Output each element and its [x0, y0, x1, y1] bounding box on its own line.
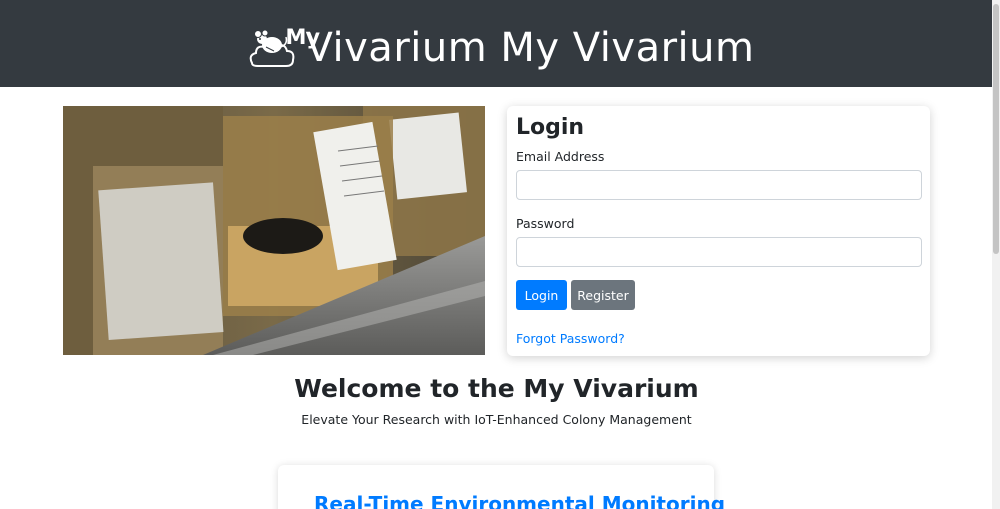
register-button[interactable]: Register	[571, 280, 635, 310]
login-card: Login Email Address Password Login Regis…	[507, 106, 930, 356]
email-field[interactable]	[516, 170, 922, 200]
scrollbar-thumb[interactable]	[993, 4, 999, 254]
email-label: Email Address	[516, 149, 605, 164]
site-header: My Vivarium My Vivarium	[0, 0, 1000, 87]
password-label: Password	[516, 216, 575, 231]
forgot-password-link[interactable]: Forgot Password?	[516, 331, 625, 346]
lab-cage-photo-icon	[63, 106, 485, 355]
brand[interactable]: My Vivarium My Vivarium	[246, 0, 755, 87]
mouse-logo-icon: My	[246, 15, 320, 73]
welcome-tagline: Elevate Your Research with IoT-Enhanced …	[301, 412, 692, 427]
login-title: Login	[516, 115, 585, 140]
password-field[interactable]	[516, 237, 922, 267]
login-button[interactable]: Login	[516, 280, 567, 310]
feature-card: Real-Time Environmental Monitoring	[278, 465, 725, 509]
logo-my-text: My	[285, 24, 321, 49]
welcome-heading: Welcome to the My Vivarium	[294, 374, 699, 403]
hero-image	[63, 106, 485, 355]
page-scrollbar[interactable]	[992, 0, 1000, 509]
feature-title: Real-Time Environmental Monitoring	[314, 492, 726, 509]
site-title: Vivarium My Vivarium	[305, 24, 755, 71]
